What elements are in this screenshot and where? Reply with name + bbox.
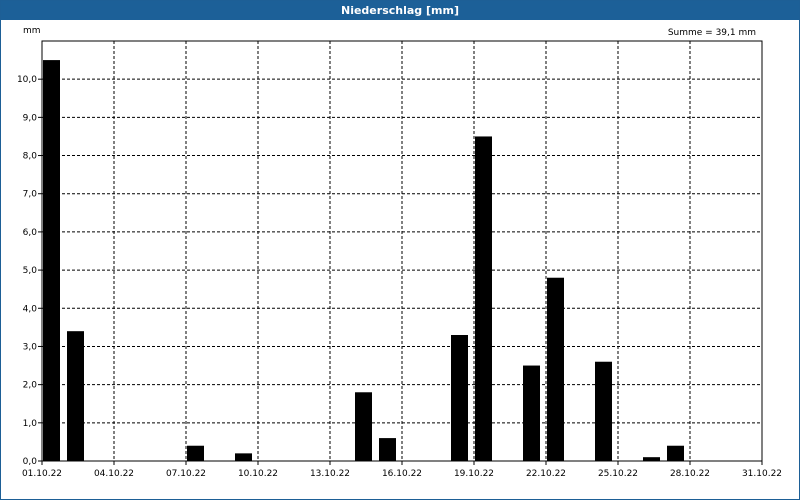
- bar-24.10.22: [595, 361, 612, 461]
- x-ticks: 01.10.22 04.10.22 07.10.22 10.10.22 13.10.22…: [22, 461, 782, 479]
- x-tick-label: 13.10.22: [310, 469, 350, 479]
- y-tick-label: 2,0: [23, 381, 38, 391]
- x-tick-label: 28.10.22: [670, 469, 710, 479]
- y-ticks: 0,0 1,0 2,0 3,0 4,0 5,0 6,0 7,0 8,0 9,0 10,0: [17, 75, 42, 467]
- bar-22.10.22: [547, 277, 564, 461]
- y-axis-label: mm: [23, 26, 41, 36]
- y-tick-label: 10,0: [17, 75, 37, 85]
- y-tick-label: 4,0: [23, 304, 38, 314]
- bar-14.10.22: [355, 392, 372, 461]
- sum-label: Summe = 39,1 mm: [668, 28, 756, 38]
- x-tick-label: 07.10.22: [166, 469, 206, 479]
- bar-27.10.22: [667, 445, 684, 461]
- y-tick-label: 0,0: [23, 457, 38, 467]
- bar-26.10.22: [643, 457, 660, 461]
- bar-15.10.22: [379, 438, 396, 461]
- x-tick-label: 31.10.22: [742, 469, 782, 479]
- window-title: Niederschlag [mm]: [1, 1, 799, 20]
- bar-07.10.22: [187, 445, 204, 461]
- y-tick-label: 8,0: [23, 152, 38, 162]
- bar-09.10.22: [235, 453, 252, 461]
- x-tick-label: 19.10.22: [454, 469, 494, 479]
- chart-window: Niederschlag [mm] 0,0 1,0 2,0 3,0 4,0 5,0 6,0 7…: [0, 0, 800, 500]
- y-tick-label: 7,0: [23, 190, 38, 200]
- bar-18.10.22: [451, 335, 468, 461]
- y-tick-label: 9,0: [23, 113, 38, 123]
- precipitation-chart: 0,0 1,0 2,0 3,0 4,0 5,0 6,0 7,0 8,0 9,0 10,0 01.10…: [17, 26, 782, 479]
- bar-21.10.22: [523, 365, 540, 461]
- bars: [43, 60, 684, 462]
- y-tick-label: 1,0: [23, 419, 38, 429]
- x-tick-label: 16.10.22: [382, 469, 422, 479]
- y-tick-label: 5,0: [23, 266, 38, 276]
- bar-19.10.22: [475, 136, 492, 462]
- y-tick-label: 6,0: [23, 228, 38, 238]
- x-tick-label: 22.10.22: [526, 469, 566, 479]
- x-tick-label: 01.10.22: [22, 469, 62, 479]
- grid: [42, 41, 762, 461]
- bar-01.10.22: [43, 60, 60, 461]
- x-tick-label: 10.10.22: [238, 469, 278, 479]
- x-tick-label: 25.10.22: [598, 469, 638, 479]
- bar-02.10.22: [67, 331, 84, 461]
- y-tick-label: 3,0: [23, 342, 38, 352]
- x-tick-label: 04.10.22: [94, 469, 134, 479]
